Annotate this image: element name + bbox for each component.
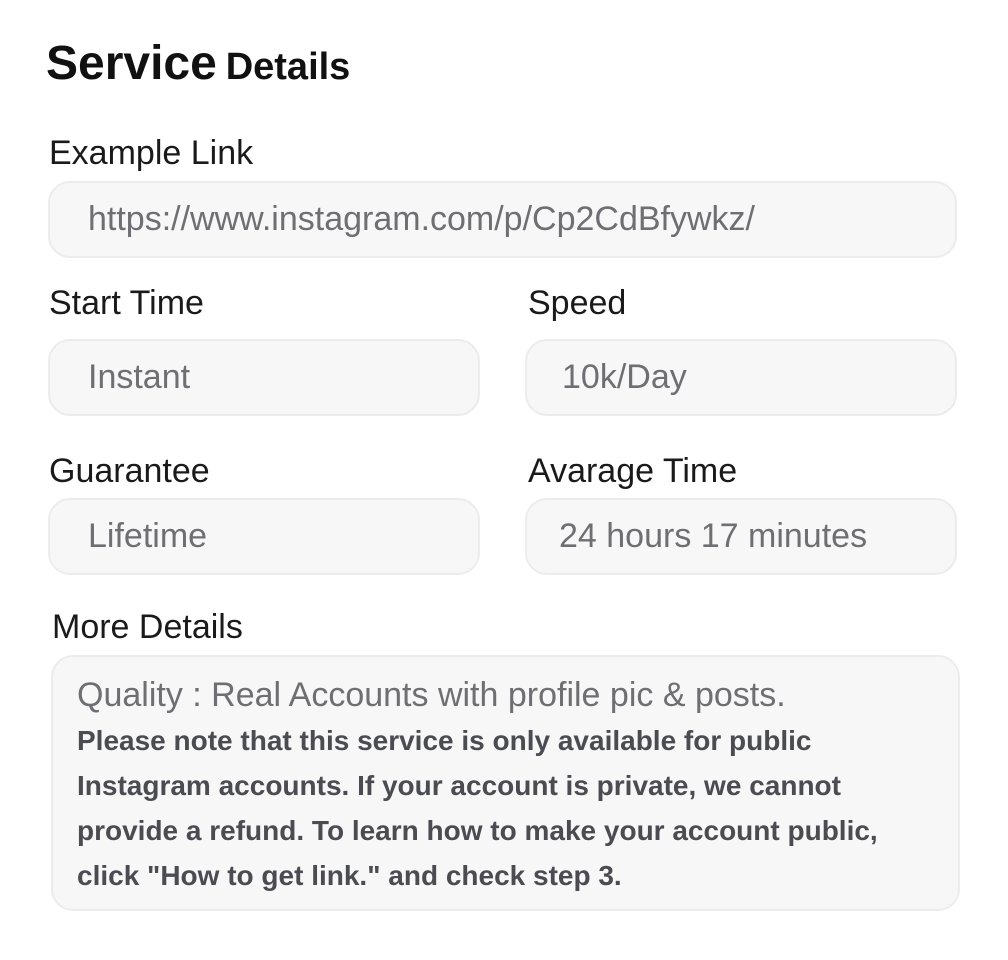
speed-field[interactable]: 10k/Day: [525, 339, 957, 416]
section-title: Service Details: [46, 40, 350, 88]
example-link-label: Example Link: [49, 134, 254, 172]
average-time-label: Avarage Time: [528, 452, 738, 490]
speed-value: 10k/Day: [562, 358, 687, 396]
quality-text: Quality : Real Accounts with profile pic…: [77, 676, 786, 714]
section-title-secondary: Details: [225, 46, 351, 88]
public-account-note: Please note that this service is only av…: [77, 725, 878, 891]
guarantee-field[interactable]: Lifetime: [48, 498, 480, 575]
average-time-field[interactable]: 24 hours 17 minutes: [525, 498, 957, 575]
start-time-field[interactable]: Instant: [48, 339, 480, 416]
start-time-value: Instant: [88, 358, 191, 396]
more-details-box[interactable]: Quality : Real Accounts with profile pic…: [51, 655, 960, 911]
start-time-label: Start Time: [49, 284, 204, 322]
guarantee-value: Lifetime: [88, 517, 208, 555]
more-details-label: More Details: [52, 608, 243, 646]
guarantee-label: Guarantee: [49, 452, 210, 490]
example-link-field[interactable]: https://www.instagram.com/p/Cp2CdBfywkz/: [48, 181, 957, 258]
section-title-main: Service: [46, 37, 217, 90]
speed-label: Speed: [528, 284, 627, 322]
example-link-value: https://www.instagram.com/p/Cp2CdBfywkz/: [88, 200, 756, 238]
average-time-value: 24 hours 17 minutes: [559, 517, 868, 555]
